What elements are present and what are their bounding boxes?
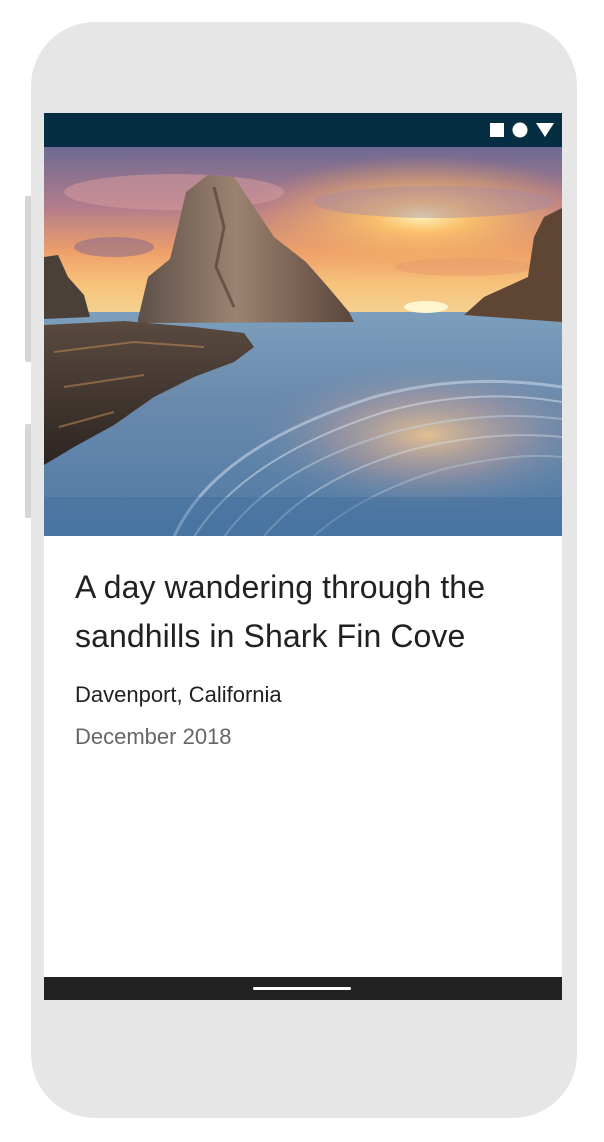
home-handle[interactable] <box>253 987 351 990</box>
article-location: Davenport, California <box>75 682 282 707</box>
navigation-bar <box>44 977 562 1000</box>
status-bar <box>44 113 562 147</box>
hero-image <box>44 147 562 536</box>
article-card: A day wandering through the sandhills in… <box>75 563 535 751</box>
square-icon <box>490 123 504 137</box>
volume-button <box>25 196 31 362</box>
article-date: December 2018 <box>75 724 232 749</box>
triangle-icon <box>536 123 554 137</box>
status-icons <box>490 122 554 138</box>
device-screen: A day wandering through the sandhills in… <box>44 113 562 1000</box>
article-title: A day wandering through the sandhills in… <box>75 569 486 654</box>
power-button <box>25 424 31 518</box>
circle-icon <box>512 122 528 138</box>
